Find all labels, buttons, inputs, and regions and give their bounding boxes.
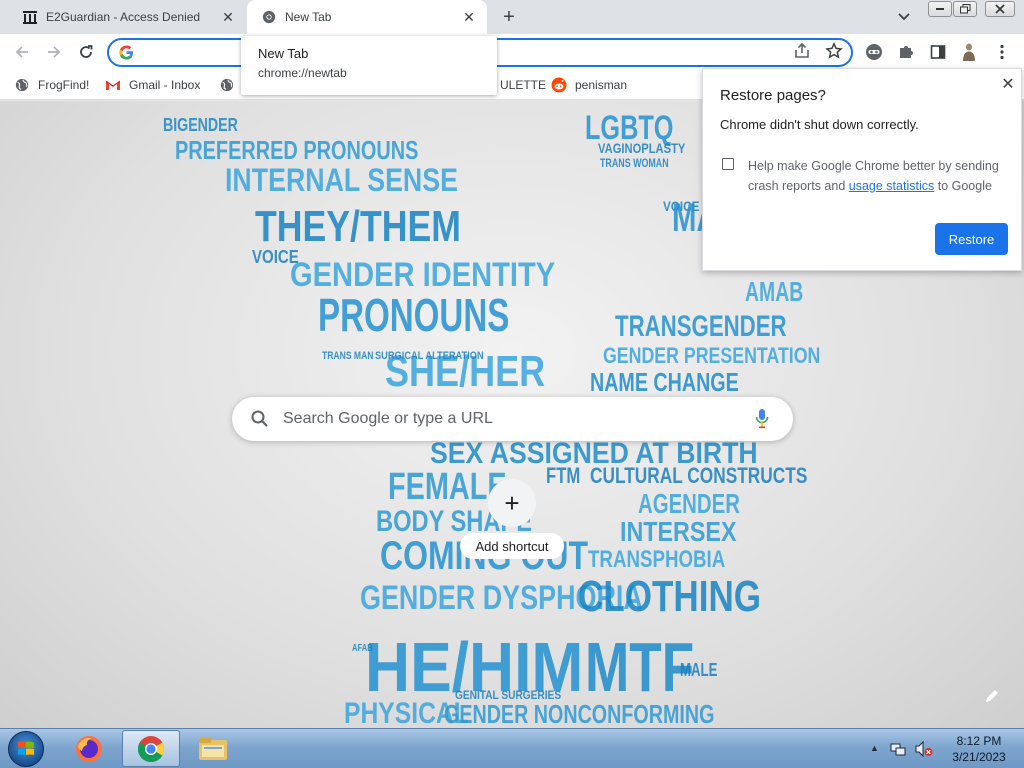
system-tray: ▲ 8:12 PM 3/21/2023 [866,729,1024,768]
plus-icon: + [488,479,536,527]
taskbar-clock[interactable]: 8:12 PM 3/21/2023 [944,733,1014,765]
building-icon [22,9,38,25]
ntp-search-box[interactable] [232,397,793,441]
checkbox-label: Help make Google Chrome better by sendin… [748,156,1010,196]
minimize-button[interactable] [928,1,952,17]
taskbar-chrome[interactable] [122,730,180,767]
background-word: VAGINOPLASTY [598,140,686,156]
bookmark-globe[interactable] [219,76,243,94]
background-word: BIGENDER [163,115,238,135]
windows-taskbar: ▲ 8:12 PM 3/21/2023 [0,728,1024,768]
tab-title: E2Guardian - Access Denied [46,10,201,24]
chevron-down-icon[interactable] [895,8,913,26]
gmail-icon [105,77,121,93]
background-word: TRANSPHOBIA [588,546,725,573]
firefox-icon [76,735,102,762]
tray-expand-icon[interactable]: ▲ [870,743,879,753]
new-tab-button[interactable]: + [498,6,520,28]
background-word: AMAB [745,276,803,307]
background-word: NAME CHANGE [590,367,739,397]
bookmark-label: FrogFind! [38,78,90,92]
start-button[interactable] [8,731,44,767]
clock-time: 8:12 PM [956,734,1002,748]
profile-avatar-icon[interactable] [959,42,979,62]
restore-pages-dialog: Restore pages? ✕ Chrome didn't shut down… [702,68,1022,271]
bookmark-gmail[interactable]: Gmail - Inbox [105,76,200,94]
add-shortcut-label: Add shortcut [460,533,564,559]
taskbar-explorer[interactable] [184,730,242,767]
background-word: INTERSEX [620,516,737,547]
search-icon [250,409,270,432]
bookmark-roulette[interactable]: ULETTE [500,76,546,94]
back-button[interactable] [11,41,33,63]
pencil-icon[interactable] [982,686,1002,706]
bookmark-frogfind[interactable]: FrogFind! [14,76,89,94]
tab-hover-card: New Tab chrome://newtab [241,36,497,95]
bookmark-label: Gmail - Inbox [129,78,201,92]
background-word: GENITAL SURGERIES [455,688,561,702]
hover-card-url: chrome://newtab [258,66,347,80]
background-word: GENDER PRESENTATION [603,343,820,368]
globe-icon [14,77,30,93]
tab-strip: E2Guardian - Access Denied ✕ New Tab ✕ + [0,0,1024,34]
tab-e2guardian[interactable]: E2Guardian - Access Denied ✕ [8,0,246,34]
volume-muted-icon[interactable] [914,740,934,761]
add-shortcut-tile[interactable]: + Add shortcut [460,479,564,565]
extension-icon[interactable] [864,42,884,62]
folder-icon [199,737,227,760]
windows-logo-icon [18,741,34,755]
restore-window-button[interactable] [953,1,977,17]
clock-date: 3/21/2023 [952,750,1006,764]
background-word: AFAB [352,643,373,654]
crash-report-checkbox[interactable] [722,158,734,170]
bookmark-label: ULETTE [500,78,547,92]
background-word: MALE [680,660,717,680]
background-word: PRONOUNS [318,289,509,341]
background-word: CLOTHING [578,572,761,621]
toolbar [0,34,1024,70]
background-word: INTERNAL SENSE [225,162,458,198]
globe-icon [219,77,235,93]
background-word: TRANS MAN [322,350,374,362]
google-icon [119,45,134,63]
close-window-button[interactable] [985,1,1015,17]
side-panel-icon[interactable] [928,42,948,62]
background-word: GENDER NONCONFORMING [444,699,714,728]
background-word: SURGICAL ALTERATION [375,350,484,362]
network-icon[interactable] [889,740,907,761]
dialog-message: Chrome didn't shut down correctly. [720,117,919,132]
bookmark-reddit[interactable]: penisman [551,76,627,94]
background-word: MTF [585,628,694,706]
chrome-icon [137,735,165,762]
tab-new-tab[interactable]: New Tab ✕ [247,0,487,34]
microphone-icon[interactable] [754,408,770,433]
close-icon[interactable]: ✕ [999,75,1017,93]
share-icon[interactable] [793,42,811,63]
reddit-icon [551,77,567,93]
bookmark-star-icon[interactable] [825,41,843,63]
chrome-icon [261,9,277,25]
kebab-menu-icon[interactable] [992,42,1012,62]
checkbox-text-after: to Google [937,179,992,193]
ntp-search-input[interactable] [283,408,733,430]
background-word: VOICE [252,247,299,267]
usage-statistics-link[interactable]: usage statistics [849,179,934,193]
close-icon[interactable]: ✕ [220,9,236,25]
dialog-title: Restore pages? [720,87,826,104]
background-word: THEY/THEM [255,202,461,251]
background-word: AGENDER [638,488,740,519]
reload-button[interactable] [75,41,97,63]
hover-card-title: New Tab [258,46,309,61]
bookmark-label: penisman [575,78,628,92]
background-word: CULTURAL CONSTRUCTS [590,463,807,488]
forward-button[interactable] [43,41,65,63]
restore-button[interactable]: Restore [935,223,1008,255]
close-icon[interactable]: ✕ [461,9,477,25]
background-word: PREFERRED PRONOUNS [175,135,418,165]
tab-title: New Tab [285,10,332,24]
taskbar-firefox[interactable] [60,730,118,767]
background-word: TRANSGENDER [615,310,787,343]
puzzle-icon[interactable] [896,42,916,62]
background-word: TRANS WOMAN [600,156,669,170]
